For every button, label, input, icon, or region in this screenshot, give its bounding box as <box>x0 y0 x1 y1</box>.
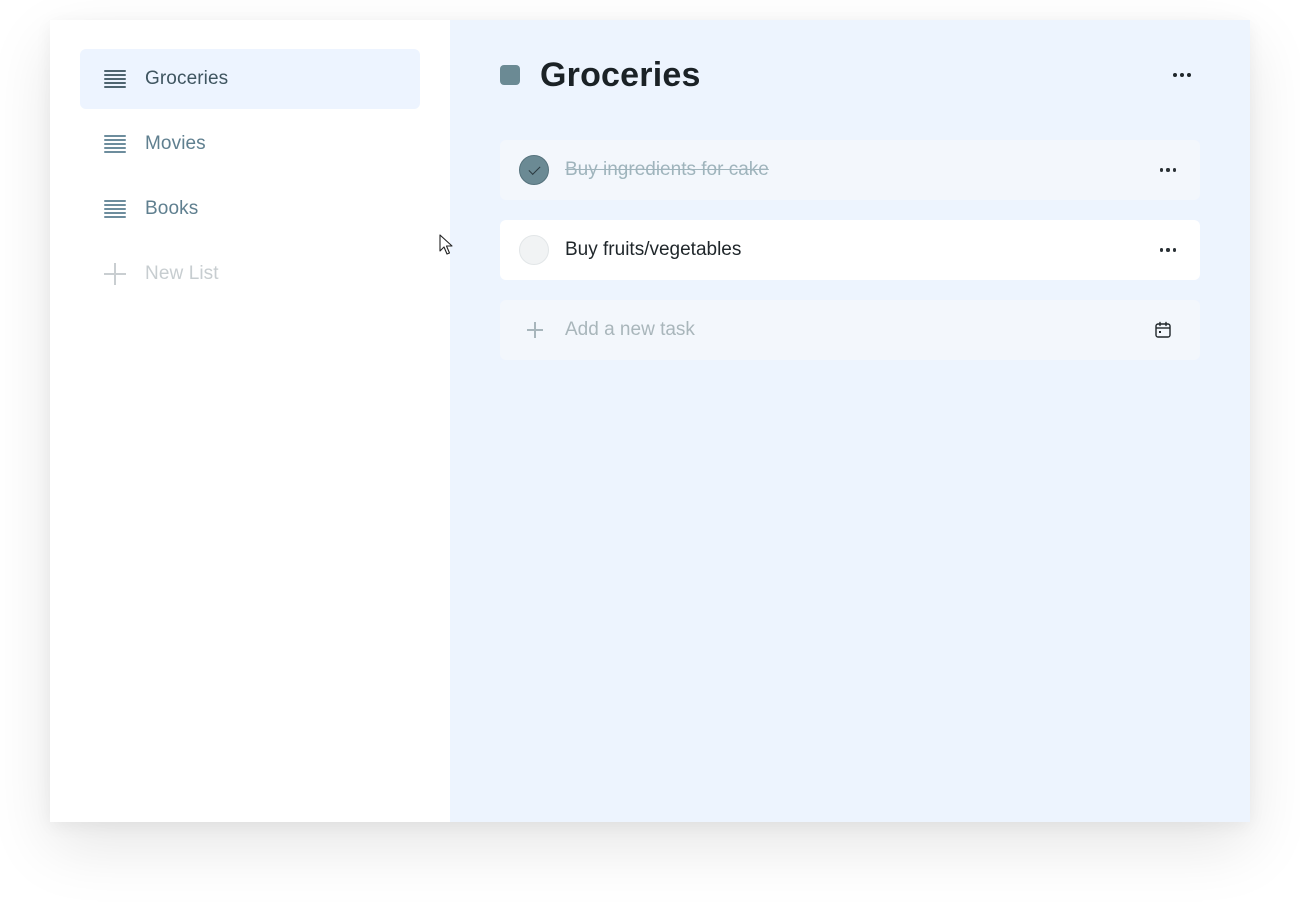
new-list-label: New List <box>145 263 219 284</box>
add-task-input[interactable] <box>565 319 1105 341</box>
sidebar: Groceries Movies Books New List <box>50 20 450 822</box>
page-title: Groceries <box>540 55 701 94</box>
sidebar-item-movies[interactable]: Movies <box>80 114 420 174</box>
task-item[interactable]: Buy fruits/vegetables <box>500 220 1200 280</box>
add-task-row <box>500 300 1200 360</box>
more-horizontal-icon[interactable] <box>1156 238 1180 262</box>
sidebar-item-books[interactable]: Books <box>80 179 420 239</box>
app-window: Groceries Movies Books New List Grocerie… <box>50 20 1250 822</box>
plus-icon <box>527 322 543 338</box>
list-icon <box>104 200 126 218</box>
task-text: Buy fruits/vegetables <box>565 239 742 260</box>
task-list: Buy ingredients for cake Buy fruits/vege… <box>500 140 1200 380</box>
list-header: Groceries <box>500 50 1200 100</box>
task-item[interactable]: Buy ingredients for cake <box>500 140 1200 200</box>
task-text: Buy ingredients for cake <box>565 159 769 180</box>
list-icon <box>104 70 126 88</box>
sidebar-item-label: Books <box>145 198 199 219</box>
sidebar-item-label: Movies <box>145 133 206 154</box>
more-horizontal-icon[interactable] <box>1168 61 1196 89</box>
checkmark-icon <box>527 162 541 175</box>
plus-icon <box>104 263 126 285</box>
task-checkbox[interactable] <box>519 235 549 265</box>
new-list-button[interactable]: New List <box>80 244 420 304</box>
task-checkbox[interactable] <box>519 155 549 185</box>
sidebar-item-label: Groceries <box>145 68 229 89</box>
more-horizontal-icon[interactable] <box>1156 158 1180 182</box>
main-panel: Groceries Buy ingredients for cake Buy f… <box>450 20 1250 822</box>
calendar-icon[interactable] <box>1154 321 1172 339</box>
sidebar-item-groceries[interactable]: Groceries <box>80 49 420 109</box>
list-icon <box>104 135 126 153</box>
list-color-swatch[interactable] <box>500 65 520 85</box>
